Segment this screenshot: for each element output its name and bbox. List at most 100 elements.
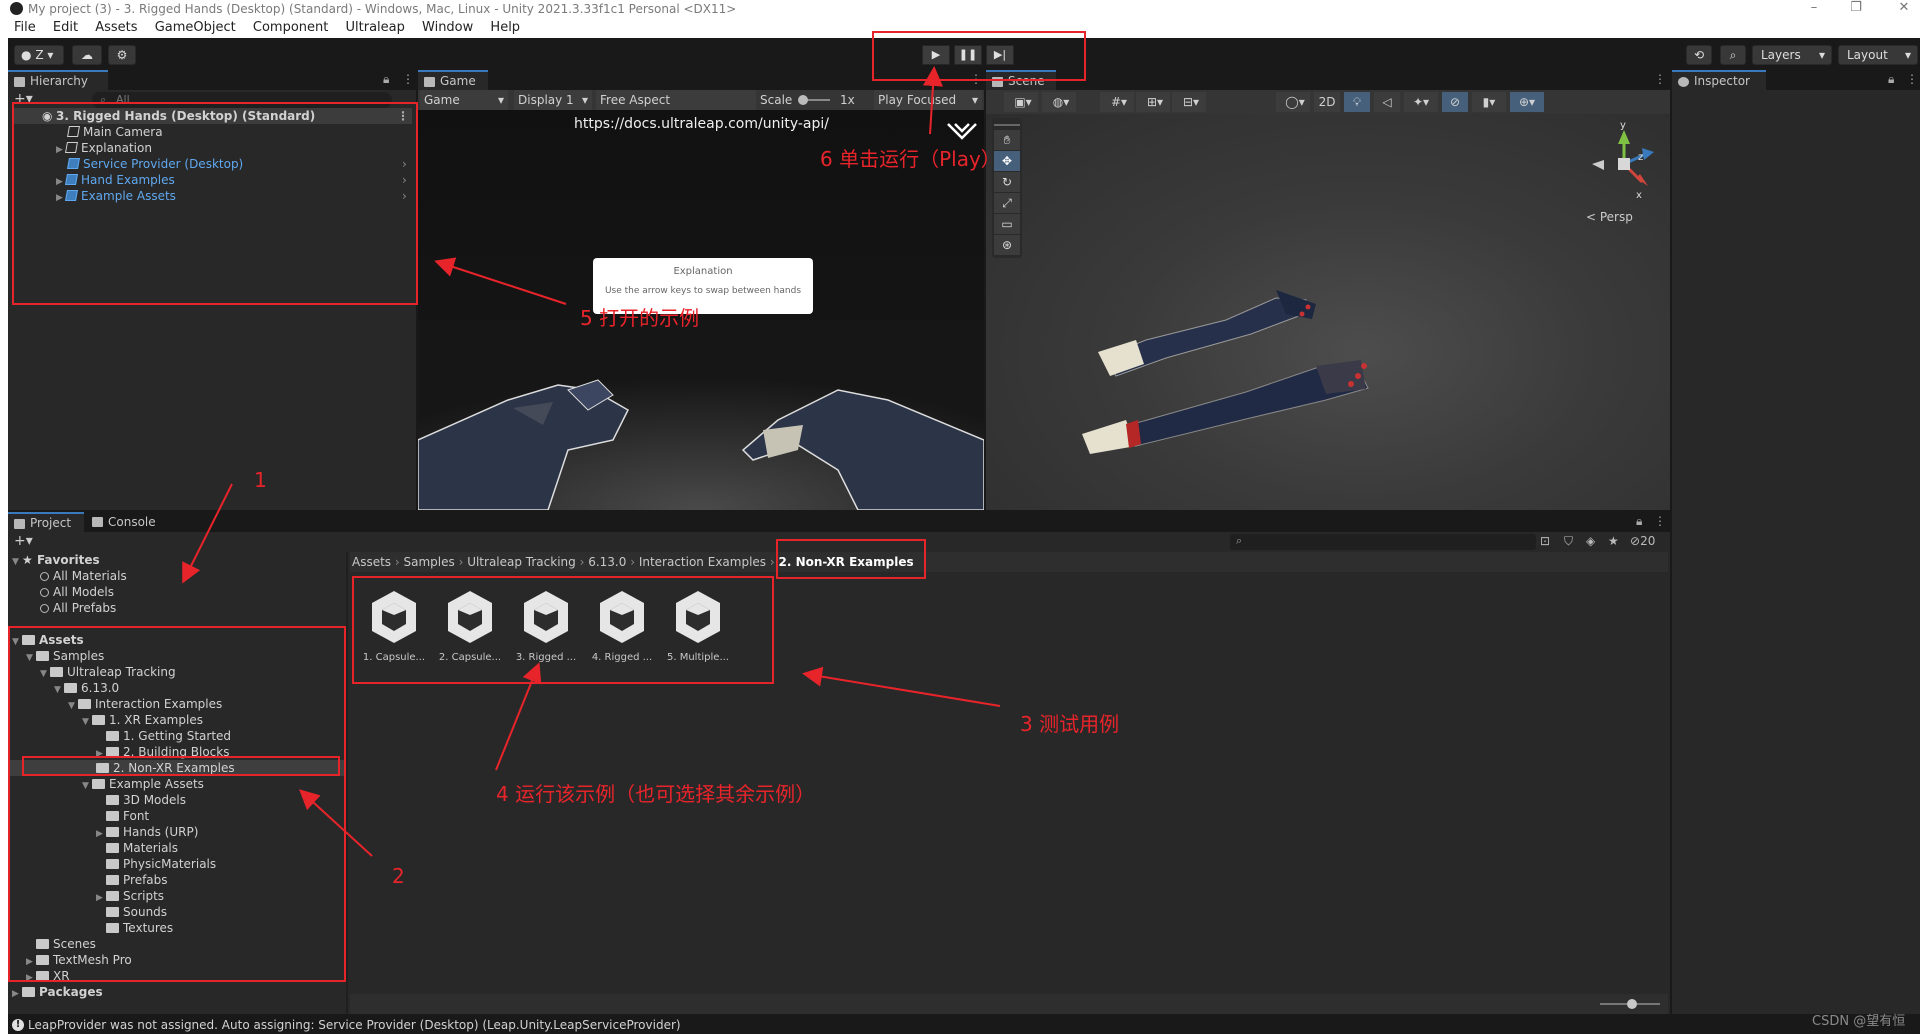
folder-samples[interactable]: ▼ Samples [26, 648, 104, 664]
asset-scene-2[interactable]: 2. Capsule... [438, 585, 502, 665]
scale-tool-button[interactable]: ⤢ [994, 193, 1020, 213]
folder-ultraleap-tracking[interactable]: ▼ Ultraleap Tracking [40, 664, 176, 680]
tab-hierarchy[interactable]: Hierarchy [8, 70, 108, 90]
effects-button[interactable]: ✦▾ [1404, 92, 1438, 112]
camera-button[interactable]: ▮▾ [1472, 92, 1506, 112]
menu-edit[interactable]: Edit [53, 20, 78, 35]
rotate-tool-button[interactable]: ↻ [994, 172, 1020, 192]
kebab-menu-icon[interactable]: ⋮ [1654, 72, 1666, 86]
search-button[interactable]: ⌕ [1720, 45, 1746, 65]
minimize-button[interactable]: – [1800, 0, 1828, 18]
tab-inspector[interactable]: Inspector [1672, 70, 1766, 90]
folder-textures[interactable]: Textures [106, 920, 173, 936]
audio-toggle[interactable]: ◁ [1374, 92, 1400, 112]
lock-icon[interactable]: 🔒︎ [383, 72, 389, 87]
scale-slider-handle[interactable] [798, 95, 808, 105]
folder-xr[interactable]: ▶ XR [26, 968, 70, 984]
asset-scene-4[interactable]: 4. Rigged ... [590, 585, 654, 665]
folder-3d-models[interactable]: 3D Models [106, 792, 186, 808]
breadcrumb-item[interactable]: 6.13.0 [588, 555, 626, 569]
layout-dropdown[interactable]: Layout ▾ [1838, 45, 1918, 65]
gizmos-button[interactable]: ⊕▾ [1510, 92, 1544, 112]
folder-physicmaterials[interactable]: PhysicMaterials [106, 856, 216, 872]
menu-window[interactable]: Window [422, 20, 473, 35]
zoom-slider-handle[interactable] [1627, 999, 1637, 1009]
folder-packages[interactable]: ▶ Packages [12, 984, 103, 1000]
draw-mode-button[interactable]: ▣▾ [1004, 92, 1038, 112]
perspective-label[interactable]: < Persp [1586, 210, 1633, 224]
folder-font[interactable]: Font [106, 808, 149, 824]
rect-tool-button[interactable]: ▭ [994, 214, 1020, 234]
tab-scene[interactable]: Scene [986, 70, 1056, 90]
folder-materials[interactable]: Materials [106, 840, 178, 856]
kebab-menu-icon[interactable]: ⋮ [970, 72, 982, 86]
folder-version[interactable]: ▼ 6.13.0 [54, 680, 119, 696]
project-search-input[interactable]: ⌕ [1230, 534, 1536, 550]
menu-ultraleap[interactable]: Ultraleap [346, 20, 405, 35]
filter-type-icon[interactable]: ⊡ [1540, 534, 1550, 548]
lighting-toggle[interactable]: 💡︎ [1344, 92, 1370, 112]
menu-component[interactable]: Component [253, 20, 328, 35]
play-button[interactable]: ▶ [922, 45, 950, 65]
align-button[interactable]: ⊟▾ [1172, 92, 1206, 112]
folder-scenes[interactable]: Scenes [36, 936, 96, 952]
folder-xr-examples[interactable]: ▼ 1. XR Examples [82, 712, 203, 728]
tab-project[interactable]: Project [8, 512, 84, 532]
tab-game[interactable]: Game [418, 70, 488, 90]
scale-slider[interactable]: Scale 1x [756, 90, 866, 110]
breadcrumb-current[interactable]: 2. Non-XR Examples [778, 555, 913, 569]
play-focused-dropdown[interactable]: Play Focused ▾ [874, 90, 982, 110]
favorite-all-materials[interactable]: All Materials [40, 568, 127, 584]
folder-textmesh-pro[interactable]: ▶ TextMesh Pro [26, 952, 132, 968]
transform-tool-button[interactable]: ⊛ [994, 235, 1020, 255]
favorite-all-prefabs[interactable]: All Prefabs [40, 600, 116, 616]
folder-sounds[interactable]: Sounds [106, 904, 167, 920]
scene-viewport[interactable]: ✋︎ ✥ ↻ ⤢ ▭ ⊛ y x z < Persp [986, 114, 1670, 510]
folder-scripts[interactable]: ▶ Scripts [96, 888, 164, 904]
close-button[interactable]: ✕ [1890, 0, 1918, 18]
menu-help[interactable]: Help [490, 20, 520, 35]
scene-root-row[interactable]: ◉ 3. Rigged Hands (Desktop) (Standard) ⋮ [12, 108, 412, 124]
kebab-menu-icon[interactable]: ⋮ [1654, 514, 1666, 528]
kebab-menu-icon[interactable]: ⋮ [397, 108, 409, 124]
folder-getting-started[interactable]: 1. Getting Started [106, 728, 231, 744]
account-button[interactable]: ● Z ▾ [14, 45, 64, 65]
grid-snap-button[interactable]: #▾ [1100, 92, 1134, 112]
global-button[interactable]: ◍▾ [1042, 92, 1076, 112]
hierarchy-item-hand-examples[interactable]: ▶ Hand Examples › [12, 172, 412, 188]
cloud-button[interactable]: ☁ [72, 45, 102, 65]
menu-assets[interactable]: Assets [95, 20, 137, 35]
asset-scene-5[interactable]: 5. Multiple... [666, 585, 730, 665]
kebab-menu-icon[interactable]: ⋮ [1906, 72, 1918, 86]
aspect-dropdown[interactable]: Free Aspect▾ [596, 90, 772, 110]
lock-icon[interactable]: 🔒︎ [1888, 72, 1894, 87]
filter-label-icon[interactable]: ⛉ [1564, 534, 1573, 549]
tab-console[interactable]: Console [86, 512, 166, 532]
game-mode-dropdown[interactable]: Game ▾ [420, 90, 508, 110]
status-bar[interactable]: ! LeapProvider was not assigned. Auto as… [8, 1016, 1920, 1034]
hierarchy-item-service-provider[interactable]: Service Provider (Desktop) › [12, 156, 412, 172]
favorite-all-models[interactable]: All Models [40, 584, 114, 600]
folder-hands-urp[interactable]: ▶ Hands (URP) [96, 824, 198, 840]
shading-mode-button[interactable]: ◯▾ [1276, 92, 1310, 112]
step-button[interactable]: ▶| [986, 45, 1014, 65]
history-button[interactable]: ⟲ [1686, 45, 1712, 65]
add-icon[interactable]: +▾ [14, 533, 33, 549]
hierarchy-item-example-assets[interactable]: ▶ Example Assets › [12, 188, 412, 204]
collab-button[interactable]: ⚙ [108, 45, 136, 65]
layers-dropdown[interactable]: Layers ▾ [1752, 45, 1832, 65]
folder-prefabs[interactable]: Prefabs [106, 872, 168, 888]
pause-button[interactable]: ❚❚ [954, 45, 982, 65]
folder-example-assets[interactable]: ▼ Example Assets [82, 776, 204, 792]
menu-file[interactable]: File [14, 20, 36, 35]
asset-scene-3[interactable]: 3. Rigged ... [514, 585, 578, 665]
hierarchy-search-input[interactable]: ⌕ All [92, 92, 392, 108]
folder-non-xr-examples[interactable]: 2. Non-XR Examples [8, 760, 346, 776]
restore-button[interactable]: ❐ [1842, 0, 1870, 18]
visibility-toggle[interactable]: ⊘ [1442, 92, 1468, 112]
display-dropdown[interactable]: Display 1 ▾ [514, 90, 592, 110]
folder-interaction-examples[interactable]: ▼ Interaction Examples [68, 696, 222, 712]
folder-building-blocks[interactable]: ▶ 2. Building Blocks [96, 744, 229, 760]
star-icon[interactable]: ★ [1608, 534, 1619, 548]
hidden-packages-icon[interactable]: ⊘20 [1630, 534, 1655, 548]
